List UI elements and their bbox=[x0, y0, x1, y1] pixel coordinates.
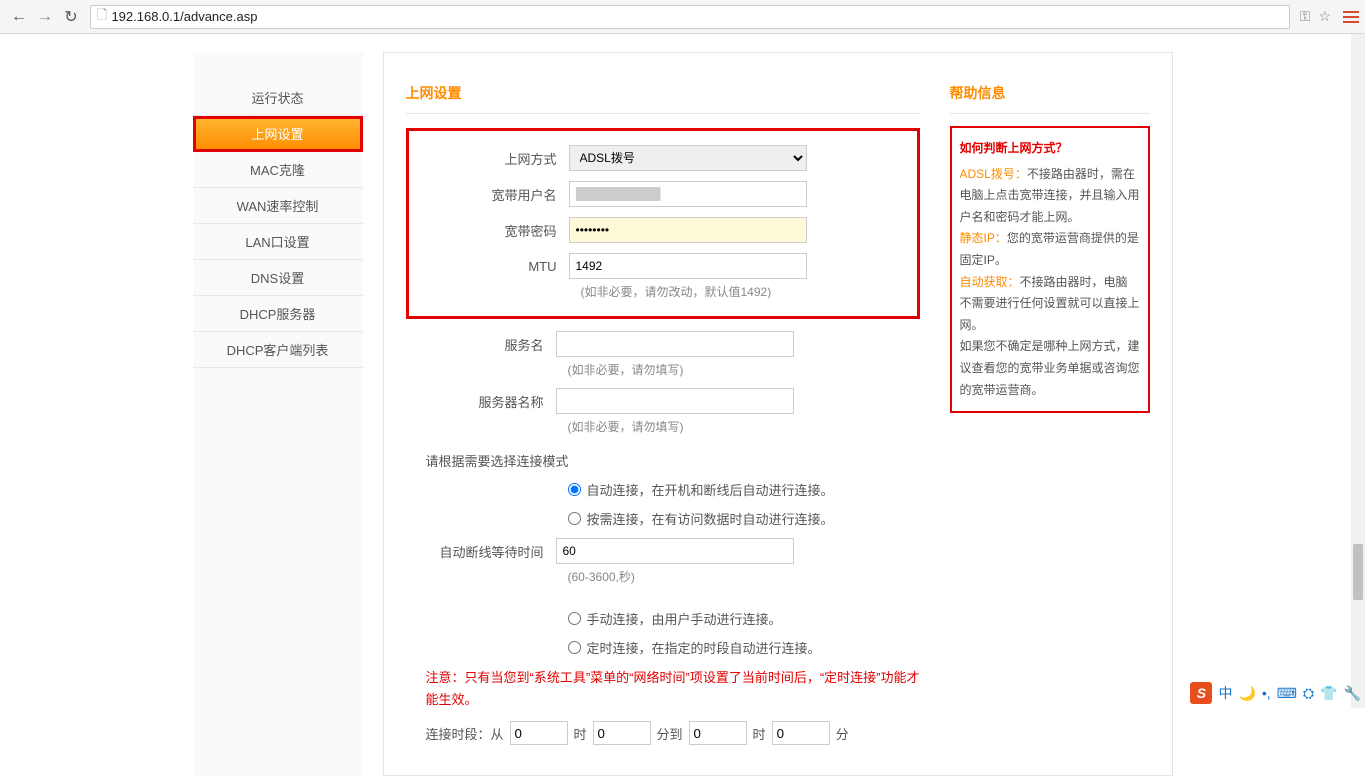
mtu-input[interactable] bbox=[569, 253, 807, 279]
username-input[interactable] bbox=[569, 181, 807, 207]
schedule-warning: 注意：只有当您到“系统工具”菜单的“网络时间”项设置了当前时间后，“定时连接”功… bbox=[426, 667, 920, 711]
time-to-min[interactable] bbox=[772, 721, 830, 745]
label-mtu: MTU bbox=[419, 259, 569, 274]
time-end-sep: 分 bbox=[836, 724, 849, 743]
ime-moon-icon[interactable]: 🌙 bbox=[1238, 685, 1255, 702]
sidebar-item-dhcp-clients[interactable]: DHCP客户端列表 bbox=[193, 332, 363, 368]
help-title: 帮助信息 bbox=[950, 83, 1150, 114]
time-hour-sep1: 时 bbox=[574, 724, 587, 743]
sidebar-item-lan[interactable]: LAN口设置 bbox=[193, 224, 363, 260]
help-footer: 如果您不确定是哪种上网方式，建议查看您的宽带业务单据或咨询您的宽带运营商。 bbox=[960, 336, 1140, 401]
main-form: 上网设置 上网方式 ADSL拨号 宽带用户名 bbox=[406, 83, 920, 745]
label-username: 宽带用户名 bbox=[419, 185, 569, 204]
menu-icon[interactable] bbox=[1343, 11, 1359, 23]
label-conn-type: 上网方式 bbox=[419, 149, 569, 168]
time-prefix: 连接时段：从 bbox=[426, 724, 504, 743]
reload-button[interactable]: ↻ bbox=[58, 6, 84, 28]
favorite-icon[interactable]: ☆ bbox=[1318, 8, 1331, 25]
ime-lang[interactable]: 中 bbox=[1218, 683, 1232, 703]
schedule-time-row: 连接时段：从 时 分到 时 分 bbox=[406, 721, 920, 745]
service-hint: (如非必要，请勿填写) bbox=[406, 361, 920, 378]
help-item-auto: 自动获取：不接路由器时，电脑不需要进行任何设置就可以直接上网。 bbox=[960, 272, 1140, 337]
time-from-min[interactable] bbox=[593, 721, 651, 745]
mode-demand-label: 按需连接，在有访问数据时自动进行连接。 bbox=[587, 509, 834, 528]
idle-input[interactable] bbox=[556, 538, 794, 564]
url-bar[interactable]: 🗋 192.168.0.1/advance.asp bbox=[90, 5, 1290, 29]
ime-tray: S 中 🌙 •, ⌨ ⛭ 👕 🔧 bbox=[1190, 682, 1361, 704]
sidebar-item-wan-settings[interactable]: 上网设置 bbox=[193, 116, 363, 152]
page-title: 上网设置 bbox=[406, 83, 920, 114]
scrollbar-thumb[interactable] bbox=[1353, 544, 1363, 600]
ime-skin-icon[interactable]: 👕 bbox=[1320, 685, 1337, 702]
scrollbar-track[interactable] bbox=[1351, 34, 1365, 708]
time-to-hour[interactable] bbox=[689, 721, 747, 745]
mode-auto-label: 自动连接，在开机和断线后自动进行连接。 bbox=[587, 480, 834, 499]
conn-type-select[interactable]: ADSL拨号 bbox=[569, 145, 807, 171]
mode-demand-radio[interactable] bbox=[568, 512, 581, 525]
browser-toolbar: ← → ↻ 🗋 192.168.0.1/advance.asp ⚿ ☆ bbox=[0, 0, 1365, 34]
time-from-hour[interactable] bbox=[510, 721, 568, 745]
primary-settings-box: 上网方式 ADSL拨号 宽带用户名 宽带密码 bbox=[406, 128, 920, 319]
sidebar-item-dhcp-server[interactable]: DHCP服务器 bbox=[193, 296, 363, 332]
ime-keyboard-icon[interactable]: ⌨ bbox=[1277, 685, 1297, 702]
server-input[interactable] bbox=[556, 388, 794, 414]
ime-wrench-icon[interactable]: 🔧 bbox=[1344, 685, 1361, 702]
mtu-hint: (如非必要，请勿改动，默认值1492) bbox=[419, 283, 907, 300]
back-button[interactable]: ← bbox=[6, 6, 32, 28]
page-body: 运行状态 上网设置 MAC克隆 WAN速率控制 LAN口设置 DNS设置 DHC… bbox=[0, 34, 1365, 776]
label-server: 服务器名称 bbox=[406, 392, 556, 411]
content-panel: 上网设置 上网方式 ADSL拨号 宽带用户名 bbox=[383, 52, 1173, 776]
label-idle: 自动断线等待时间 bbox=[406, 542, 556, 561]
help-panel: 帮助信息 如何判断上网方式？ ADSL拨号：不接路由器时，需在电脑上点击宽带连接… bbox=[950, 83, 1150, 745]
sidebar-item-dns[interactable]: DNS设置 bbox=[193, 260, 363, 296]
sidebar-item-mac-clone[interactable]: MAC克隆 bbox=[193, 152, 363, 188]
password-input[interactable] bbox=[569, 217, 807, 243]
mode-auto-radio[interactable] bbox=[568, 483, 581, 496]
label-password: 宽带密码 bbox=[419, 221, 569, 240]
help-item-adsl: ADSL拨号：不接路由器时，需在电脑上点击宽带连接，并且输入用户名和密码才能上网… bbox=[960, 164, 1140, 229]
label-service: 服务名 bbox=[406, 335, 556, 354]
mode-manual-radio[interactable] bbox=[568, 612, 581, 625]
sidebar-item-wan-rate[interactable]: WAN速率控制 bbox=[193, 188, 363, 224]
sidebar-item-status[interactable]: 运行状态 bbox=[193, 80, 363, 116]
mode-title: 请根据需要选择连接模式 bbox=[406, 451, 920, 470]
mode-manual-label: 手动连接，由用户手动进行连接。 bbox=[587, 609, 782, 628]
help-item-static: 静态IP：您的宽带运营商提供的是固定IP。 bbox=[960, 228, 1140, 271]
server-hint: (如非必要，请勿填写) bbox=[406, 418, 920, 435]
ime-punct-icon[interactable]: •, bbox=[1262, 685, 1271, 701]
idle-hint: (60-3600,秒) bbox=[406, 568, 920, 585]
key-icon[interactable]: ⚿ bbox=[1300, 8, 1311, 25]
url-text: 192.168.0.1/advance.asp bbox=[111, 9, 257, 24]
help-box: 如何判断上网方式？ ADSL拨号：不接路由器时，需在电脑上点击宽带连接，并且输入… bbox=[950, 126, 1150, 413]
time-hour-sep2: 时 bbox=[753, 724, 766, 743]
time-to-sep: 分到 bbox=[657, 724, 683, 743]
service-input[interactable] bbox=[556, 331, 794, 357]
ime-gear-icon[interactable]: ⛭ bbox=[1303, 685, 1314, 702]
mode-scheduled-radio[interactable] bbox=[568, 641, 581, 654]
mode-scheduled-label: 定时连接，在指定的时段自动进行连接。 bbox=[587, 638, 821, 657]
sogou-icon[interactable]: S bbox=[1190, 682, 1212, 704]
sidebar: 运行状态 上网设置 MAC克隆 WAN速率控制 LAN口设置 DNS设置 DHC… bbox=[193, 52, 363, 776]
forward-button: → bbox=[32, 6, 58, 28]
help-question: 如何判断上网方式？ bbox=[960, 138, 1140, 160]
